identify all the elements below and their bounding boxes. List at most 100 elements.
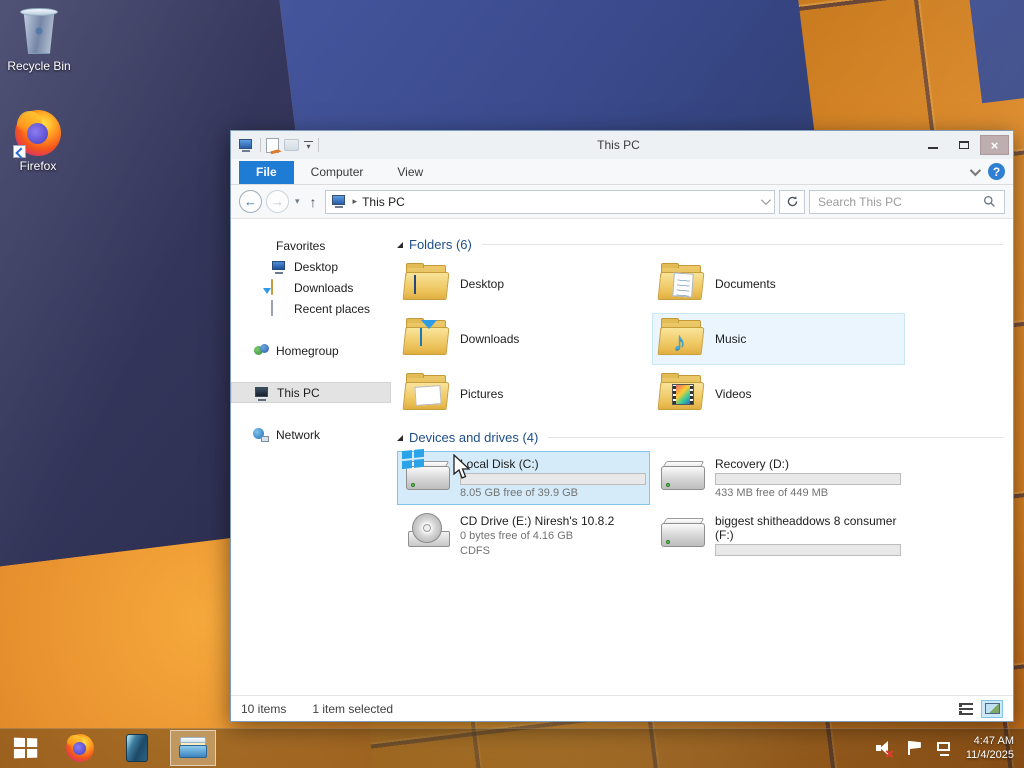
navigation-bar: ← → ▾ ↑ ▸ This PC Search This PC [231,185,1013,219]
desktop-icon-label: Firefox [19,159,57,173]
search-placeholder: Search This PC [818,194,902,209]
breadcrumb[interactable]: This PC [362,195,405,209]
drive-item-recovery-d[interactable]: Recovery (D:) 433 MB free of 449 MB [652,451,905,505]
title-bar[interactable]: ▾ This PC × [231,131,1013,159]
sidebar-item-favorites[interactable]: Favorites [231,235,391,256]
network-icon[interactable] [936,740,954,756]
folder-item-documents[interactable]: Documents [652,258,905,310]
customize-toolbar-dropdown-icon[interactable]: ▾ [304,141,313,151]
minimize-button[interactable] [918,135,947,155]
disk-usage-bar [715,544,901,556]
address-dropdown-icon[interactable] [760,195,771,206]
volume-muted-icon[interactable] [875,740,894,758]
file-explorer-icon [179,737,207,759]
drive-label: biggest shitheaddows 8 consumer (F:) [715,514,897,542]
folder-label: Documents [715,277,776,291]
pictures-folder-icon [402,373,450,413]
sidebar-item-network[interactable]: Network [231,424,391,445]
videos-folder-icon [657,373,705,413]
new-folder-icon[interactable] [284,139,299,151]
sidebar-item-recent-places[interactable]: Recent places [231,298,391,319]
sidebar-item-homegroup[interactable]: Homegroup [231,340,391,361]
taskbar-clock[interactable]: 4:47 AM 11/4/2025 [966,734,1014,762]
desktop-icon-firefox[interactable]: Firefox [0,110,76,173]
star-icon [253,238,269,254]
sidebar-item-label: Downloads [294,280,354,295]
homegroup-icon [253,343,269,359]
navigation-pane: Favorites Desktop Downloads Recent place… [231,219,391,695]
folder-label: Videos [715,387,752,401]
breadcrumb-arrow-icon[interactable]: ▸ [353,196,358,207]
taskbar: 4:47 AM 11/4/2025 [0,728,1024,768]
cd-drive-icon [404,513,452,551]
computer-icon [254,385,270,401]
drive-item-cd-e[interactable]: CD Drive (E:) Niresh's 10.8.2 0 bytes fr… [397,508,650,563]
collapse-triangle-icon[interactable] [397,241,403,248]
maximize-button[interactable] [949,135,978,155]
downloads-folder-icon [271,278,287,296]
windows-start-icon [13,737,38,759]
back-button[interactable]: ← [239,190,262,213]
details-view-icon [959,702,973,715]
documents-folder-icon [657,263,705,303]
folder-item-videos[interactable]: Videos [652,368,905,420]
tab-file[interactable]: File [239,161,294,184]
search-input[interactable]: Search This PC [809,189,1005,214]
group-header-drives[interactable]: Devices and drives (4) [397,430,1003,445]
sidebar-item-desktop[interactable]: Desktop [231,256,391,277]
items-count: 10 items [241,701,287,716]
shortcut-arrow-icon [13,145,26,158]
start-button[interactable] [0,728,52,768]
sidebar-item-label: Recent places [294,301,371,316]
recent-locations-dropdown-icon[interactable]: ▾ [293,196,302,207]
sidebar-item-this-pc[interactable]: This PC [231,382,391,403]
this-pc-icon [331,195,348,208]
minimize-ribbon-icon[interactable] [969,164,982,176]
recent-places-icon [271,299,287,317]
drive-filesystem: CDFS [460,545,490,557]
thumbnails-view-button[interactable] [981,699,1003,718]
sidebar-item-label: This PC [277,385,320,400]
refresh-button[interactable] [779,189,805,214]
group-divider [481,244,1003,245]
desktop-icon-recycle-bin[interactable]: Recycle Bin [1,8,77,73]
folder-item-music[interactable]: ♪ Music [652,313,905,365]
up-button[interactable]: ↑ [306,194,321,210]
close-button[interactable]: × [980,135,1009,155]
forward-button[interactable]: → [266,190,289,213]
firefox-icon [66,734,94,762]
taskbar-file-explorer-button[interactable] [170,730,216,766]
taskbar-app-button[interactable] [108,728,166,768]
folder-label: Pictures [460,387,504,401]
group-header-folders[interactable]: Folders (6) [397,237,1003,252]
folder-item-downloads[interactable]: Downloads [397,313,650,365]
sidebar-item-downloads[interactable]: Downloads [231,277,391,298]
drive-label: CD Drive (E:) Niresh's 10.8.2 [460,514,615,528]
help-icon[interactable]: ? [988,163,1005,180]
address-bar[interactable]: ▸ This PC [324,189,775,214]
action-center-flag-icon[interactable] [906,740,924,756]
explorer-window: ▾ This PC × File Computer View ? ← → ▾ ↑… [230,130,1014,722]
folder-item-pictures[interactable]: Pictures [397,368,650,420]
drive-label: Recovery (D:) [715,457,790,471]
desktop-folder-icon [402,263,450,303]
tab-view[interactable]: View [380,161,440,184]
hard-drive-icon [402,448,452,494]
status-bar: 10 items 1 item selected [231,695,1013,721]
drive-item-f[interactable]: biggest shitheaddows 8 consumer (F:) [652,508,905,561]
collapse-triangle-icon[interactable] [397,434,403,441]
network-icon [253,427,269,443]
clock-date: 11/4/2025 [965,749,1014,761]
taskbar-firefox-button[interactable] [52,728,108,768]
drive-item-local-disk-c[interactable]: Local Disk (C:) 8.05 GB free of 39.9 GB [397,448,650,505]
app-window-icon [126,734,148,762]
this-pc-icon [239,138,255,152]
details-view-button[interactable] [955,700,977,718]
properties-icon[interactable] [266,137,279,153]
folder-item-desktop[interactable]: Desktop [397,258,650,310]
group-title: Folders (6) [409,237,472,252]
downloads-folder-icon [402,318,450,358]
folder-label: Music [715,332,747,346]
tab-computer[interactable]: Computer [294,161,381,184]
search-icon[interactable] [983,195,996,208]
